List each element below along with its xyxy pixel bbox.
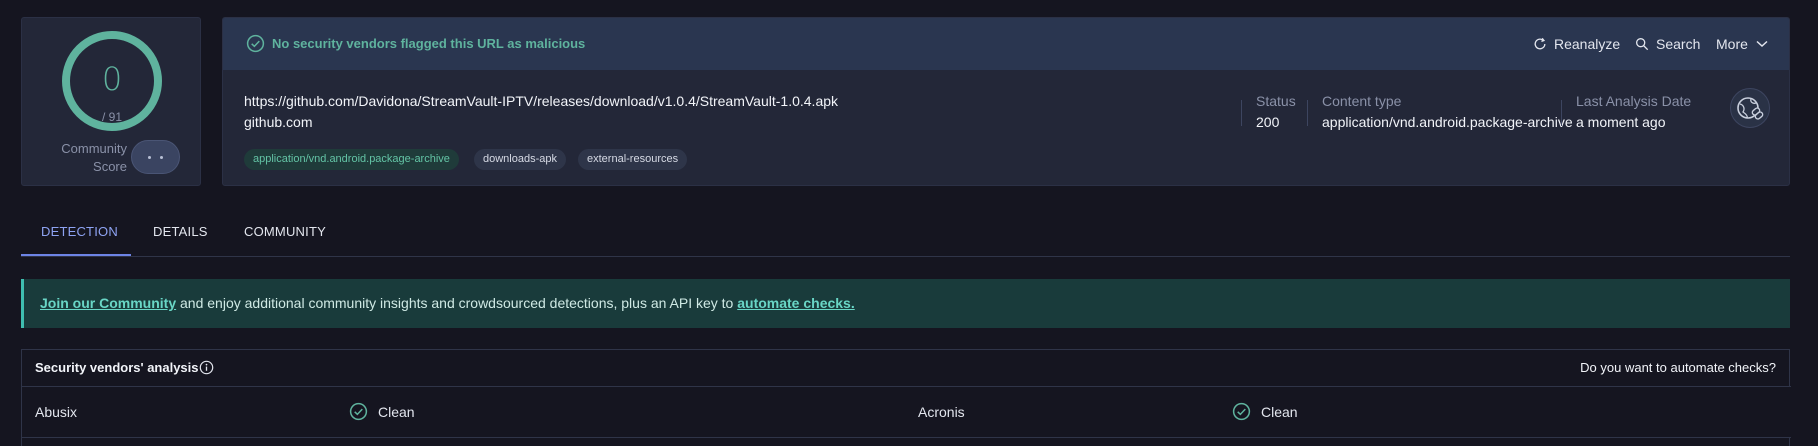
last-analysis-label: Last Analysis Date — [1576, 93, 1692, 109]
reanalyze-button[interactable]: Reanalyze — [1533, 34, 1620, 54]
active-tab-indicator — [21, 254, 131, 256]
tab-community[interactable]: COMMUNITY — [244, 224, 326, 239]
last-analysis-value: a moment ago — [1576, 114, 1666, 130]
detection-count: 0 — [101, 60, 123, 98]
search-icon — [1636, 38, 1649, 51]
reanalyze-label: Reanalyze — [1554, 36, 1621, 52]
refresh-icon — [1534, 37, 1546, 50]
tag-downloads-apk[interactable]: downloads-apk — [474, 149, 566, 170]
community-score-card: 0 / 91 Community Score — [21, 17, 201, 186]
tag-content-type[interactable]: application/vnd.android.package-archive — [244, 149, 459, 170]
content-type-label: Content type — [1322, 93, 1402, 109]
content-type-value: application/vnd.android.package-archive — [1322, 114, 1573, 130]
vendor-name: Abusix — [35, 404, 78, 420]
meta-divider — [1241, 100, 1242, 126]
chevron-down-icon — [1756, 40, 1768, 48]
community-banner: Join our Community and enjoy additional … — [21, 279, 1790, 328]
vendors-title: Security vendors' analysis — [35, 360, 199, 375]
more-menu-button[interactable]: More — [1716, 34, 1769, 54]
meta-divider — [1561, 100, 1562, 126]
meta-divider — [1307, 100, 1308, 126]
verdict-text: No security vendors flagged this URL as … — [272, 36, 586, 51]
vendors-analysis-panel: Security vendors' analysis Do you want t… — [21, 349, 1791, 446]
check-circle-icon — [1232, 402, 1251, 421]
info-icon[interactable] — [199, 360, 214, 375]
banner-text: Join our Community and enjoy additional … — [40, 295, 855, 311]
vote-dot-icon — [148, 156, 151, 159]
analyzed-url: https://github.com/Davidona/StreamVault-… — [244, 93, 839, 109]
search-label: Search — [1656, 36, 1701, 52]
status-value: 200 — [1256, 114, 1280, 130]
automate-checks-prompt[interactable]: Do you want to automate checks? — [1580, 360, 1776, 375]
table-row: Abusix Clean Acronis Clean — [22, 387, 1791, 438]
vote-dot-icon — [160, 156, 163, 159]
search-button[interactable]: Search — [1635, 34, 1700, 54]
url-summary-card: No security vendors flagged this URL as … — [222, 17, 1790, 186]
more-label: More — [1716, 36, 1748, 52]
automate-checks-link[interactable]: automate checks. — [737, 295, 855, 311]
verdict-header: No security vendors flagged this URL as … — [223, 18, 1789, 70]
url-globe-icon — [1730, 88, 1770, 128]
vendor-result: Clean — [378, 404, 415, 420]
url-domain: github.com — [244, 114, 313, 130]
tab-details[interactable]: DETAILS — [153, 224, 208, 239]
community-score-label: Community Score — [61, 141, 127, 174]
tab-detection[interactable]: DETECTION — [41, 224, 118, 239]
check-circle-icon — [349, 402, 368, 421]
vendor-name: Acronis — [918, 404, 965, 420]
check-circle-icon — [246, 34, 265, 53]
tabs-divider — [21, 256, 1790, 257]
tag-external-resources[interactable]: external-resources — [578, 149, 688, 170]
community-vote-toggle[interactable] — [131, 140, 180, 174]
status-label: Status — [1256, 93, 1296, 109]
join-community-link[interactable]: Join our Community — [40, 295, 176, 311]
detection-total: / 91 — [101, 110, 122, 124]
vendor-result: Clean — [1261, 404, 1298, 420]
banner-middle-text: and enjoy additional community insights … — [176, 295, 738, 311]
